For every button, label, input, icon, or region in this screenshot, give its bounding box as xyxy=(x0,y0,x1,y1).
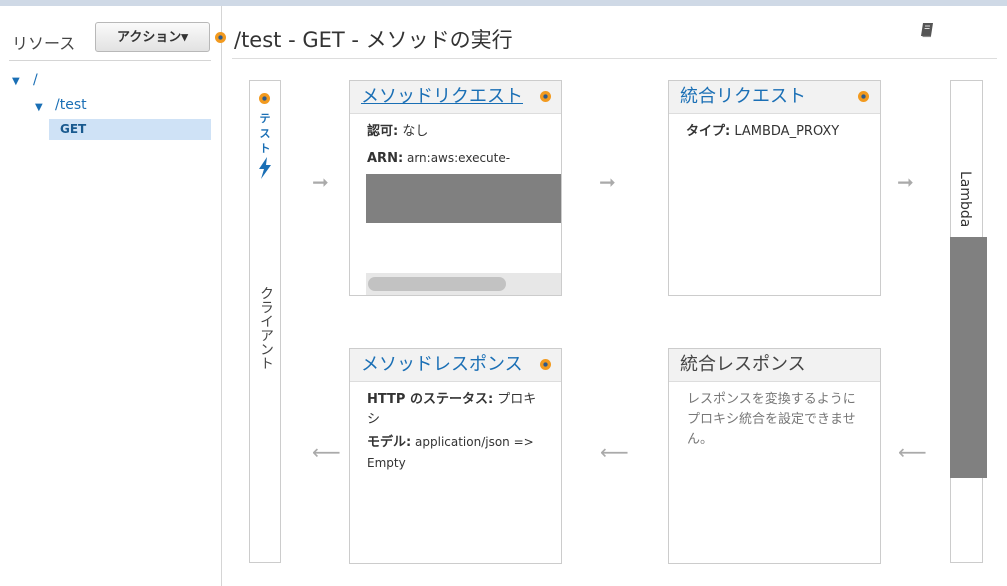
integration-response-header: 統合レスポンス xyxy=(669,349,880,382)
lambda-label: Lambda xyxy=(957,171,973,228)
arrow-left-icon: ⟵ xyxy=(600,440,629,464)
status-key: HTTP のステータス: xyxy=(367,392,494,407)
sidebar-divider xyxy=(9,60,211,61)
method-response-link[interactable]: メソッドレスポンス xyxy=(361,354,523,375)
method-request-header: メソッドリクエスト xyxy=(350,81,561,114)
integration-request-header: 統合リクエスト xyxy=(669,81,880,114)
arrow-left-icon: ⟵ xyxy=(898,440,927,464)
integration-response-title[interactable]: 統合レスポンス xyxy=(680,354,806,375)
tree-item-test[interactable]: /test xyxy=(55,97,87,113)
arn-value: arn:aws:execute- xyxy=(403,151,511,165)
method-response-header: メソッドレスポンス xyxy=(350,349,561,382)
horizontal-scrollbar[interactable] xyxy=(366,273,561,295)
badge-dot-icon xyxy=(540,359,551,370)
type-key: タイプ: xyxy=(686,124,731,139)
page-title: /test - GET - メソッドの実行 xyxy=(234,28,513,52)
title-rule xyxy=(232,58,997,59)
arrow-right-icon: ➞ xyxy=(312,170,329,194)
test-link[interactable]: テスト xyxy=(250,111,280,156)
arrow-left-icon: ⟵ xyxy=(312,440,341,464)
integration-response-body: レスポンスを変換するようにプロキシ統合を設定できません。 xyxy=(669,382,880,450)
auth-value: なし xyxy=(398,124,429,139)
auth-key: 認可: xyxy=(367,124,399,139)
caret-down-icon[interactable]: ▼ xyxy=(35,102,43,113)
arrow-right-icon: ➞ xyxy=(897,170,914,194)
lightning-icon[interactable] xyxy=(258,157,272,179)
client-label: クライアント xyxy=(258,286,274,370)
badge-dot-icon xyxy=(858,91,869,102)
actions-button[interactable]: アクション▾ xyxy=(95,22,210,52)
test-link-label[interactable]: テスト xyxy=(258,111,272,156)
integration-request-box: 統合リクエスト タイプ: LAMBDA_PROXY xyxy=(668,80,881,296)
arn-key: ARN: xyxy=(367,151,404,166)
integration-request-link[interactable]: 統合リクエスト xyxy=(680,86,806,107)
badge-dot-icon xyxy=(540,91,551,102)
method-response-box: メソッドレスポンス HTTP のステータス: プロキシ モデル: applica… xyxy=(349,348,562,564)
book-icon[interactable] xyxy=(920,22,934,38)
tree-item-get[interactable]: GET xyxy=(49,119,211,140)
method-request-link[interactable]: メソッドリクエスト xyxy=(361,86,523,107)
resources-label: リソース xyxy=(12,34,76,53)
badge-dot-icon xyxy=(215,32,226,43)
type-value: LAMBDA_PROXY xyxy=(730,124,840,139)
model-key: モデル: xyxy=(367,435,412,450)
arrow-right-icon: ➞ xyxy=(599,170,616,194)
scrollbar-thumb[interactable] xyxy=(368,277,506,291)
integration-response-note: レスポンスを変換するようにプロキシ統合を設定できません。 xyxy=(687,392,856,447)
integration-request-body: タイプ: LAMBDA_PROXY xyxy=(669,114,880,142)
redacted-arn xyxy=(366,174,561,223)
method-request-box: メソッドリクエスト 認可: なし ARN: arn:aws:execute- xyxy=(349,80,562,296)
method-request-body: 認可: なし ARN: arn:aws:execute- xyxy=(350,114,561,169)
caret-down-icon[interactable]: ▼ xyxy=(12,76,20,87)
redacted-lambda xyxy=(950,237,987,478)
client-column: テスト クライアント xyxy=(249,80,281,563)
method-response-body: HTTP のステータス: プロキシ モデル: application/json … xyxy=(350,382,561,474)
tree-item-root[interactable]: / xyxy=(33,72,38,88)
resource-sidebar: リソース アクション▾ ▼ / ▼ /test GET xyxy=(0,6,222,586)
integration-response-box: 統合レスポンス レスポンスを変換するようにプロキシ統合を設定できません。 xyxy=(668,348,881,564)
badge-dot-icon xyxy=(259,93,270,104)
